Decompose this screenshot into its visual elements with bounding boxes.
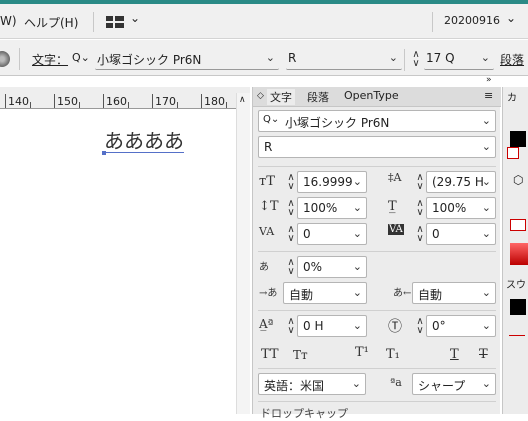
paragraph-label[interactable]: 段落 (500, 51, 524, 68)
swatch-black[interactable] (510, 299, 526, 315)
horizontal-scale-icon: T̲ (388, 199, 397, 214)
stroke-swatch[interactable] (507, 147, 519, 159)
right-swatch-panel: カ ⬡ スウ (502, 87, 528, 414)
font-size-icon: тT (259, 174, 275, 189)
ruler-label: 140 (8, 95, 29, 108)
anti-aliasing-field[interactable]: シャープ ⌄ (412, 373, 496, 395)
menu-divider (93, 12, 94, 32)
cube-icon[interactable]: ⬡ (513, 173, 523, 187)
tab-character[interactable]: 文字 (267, 89, 295, 105)
aki-left-icon: →あ (259, 288, 278, 299)
kerning-stepper[interactable]: ∧ ∨ (286, 225, 296, 244)
subscript-icon[interactable]: T₁ (386, 347, 400, 362)
gradient-swatch[interactable] (510, 243, 528, 265)
language-field[interactable]: 英語：米国 ⌄ (258, 373, 366, 395)
tracking-stepper[interactable]: ∧ ∨ (415, 225, 425, 244)
ruler-label: 180 (204, 95, 225, 108)
baseline-shift-field[interactable]: 0 H ⌄ (297, 315, 367, 337)
aki-left-field[interactable]: 自動 ⌄ (283, 282, 367, 304)
kerning-field[interactable]: 0 ⌄ (297, 223, 367, 245)
color-panel-tab[interactable]: カ (507, 89, 517, 104)
leading-icon: ‡A (388, 171, 402, 184)
swatch-none[interactable] (509, 335, 525, 345)
aki-right-field[interactable]: 自動 ⌄ (412, 282, 496, 304)
swatches-panel-tab[interactable]: スウ (506, 276, 526, 291)
panel-font-family-field[interactable]: Q⌄ 小塚ゴシック Pr6N ⌄ (258, 110, 496, 132)
menu-divider (432, 12, 433, 32)
document-canvas[interactable]: ああああ (0, 110, 250, 414)
superscript-icon[interactable]: T¹ (355, 345, 369, 360)
font-family-field[interactable]: 小塚ゴシック Pr6N ⌄ (95, 48, 279, 70)
anti-aliasing-icon: ªa (390, 376, 402, 389)
underline-icon[interactable]: T (450, 347, 459, 362)
vertical-scale-field[interactable]: 100% ⌄ (297, 197, 367, 219)
workspace-date[interactable]: 20200916 (444, 14, 500, 27)
small-caps-icon[interactable]: Tт (293, 348, 308, 362)
text-frame-content[interactable]: ああああ (104, 130, 184, 153)
tab-opentype[interactable]: OpenType (344, 89, 399, 102)
character-label: 文字： (32, 53, 69, 67)
font-style-field[interactable]: R ⌄ (286, 48, 402, 70)
font-search-icon[interactable]: Q⌄ (72, 51, 90, 64)
horizontal-ruler: 140 150 160 170 180 (0, 87, 250, 109)
ruler-label: 160 (106, 95, 127, 108)
color-wheel-icon[interactable] (0, 51, 10, 67)
panel-collapse-icon[interactable]: » (486, 75, 492, 85)
chevron-down-icon[interactable]: ⌄ (506, 11, 516, 25)
leading-stepper[interactable]: ∧ ∨ (415, 173, 425, 192)
strikethrough-icon[interactable]: T (479, 347, 488, 362)
size-stepper[interactable]: ∧ ∨ (411, 50, 421, 69)
baseline-shift-icon: A̲ª (259, 317, 274, 331)
all-caps-icon[interactable]: TT (261, 347, 279, 362)
vertical-scale-icon: ↕T (259, 199, 279, 214)
tsume-icon: あ (259, 262, 269, 273)
vertical-scrollbar[interactable]: ∧ (236, 93, 250, 414)
menu-bar: W) ヘルプ(H) ⌄ 20200916 ⌄ (0, 4, 528, 39)
rotation-stepper[interactable]: ∧ ∨ (415, 317, 425, 336)
tsume-field[interactable]: 0% ⌄ (297, 256, 367, 278)
tab-paragraph[interactable]: 段落 (307, 89, 329, 105)
chevron-down-icon[interactable]: ⌄ (130, 11, 140, 25)
font-size-field[interactable]: 16.9999 ⌄ (297, 171, 367, 193)
size-stepper[interactable]: ∧ ∨ (286, 173, 296, 192)
panel-tabs: ◇ 文字 段落 OpenType ≡ (253, 87, 501, 107)
aki-right-icon: あ← (393, 288, 412, 299)
horizontal-scale-field[interactable]: 100% ⌄ (426, 197, 496, 219)
leading-field[interactable]: (29.75 H ⌄ (426, 171, 496, 193)
fill-swatch[interactable] (510, 131, 526, 147)
control-bar: 文字： Q⌄ 小塚ゴシック Pr6N ⌄ R ⌄ ∧ ∨ 17 Q ⌄ 段落 (0, 40, 528, 76)
character-panel: » ◇ 文字 段落 OpenType ≡ Q⌄ 小塚ゴシック Pr6N ⌄ R ⌄ т… (252, 75, 501, 420)
menu-item-help[interactable]: ヘルプ(H) (24, 14, 78, 31)
none-swatch[interactable] (510, 219, 526, 231)
rotation-field[interactable]: 0° ⌄ (426, 315, 496, 337)
menu-item-partial[interactable]: W) (0, 14, 17, 28)
character-rotation-icon: Ⓣ (388, 319, 402, 335)
layout-grid-icon[interactable] (106, 16, 124, 28)
dropcap-section-label: ドロップキャップ (260, 407, 348, 420)
tracking-field[interactable]: 0 ⌄ (426, 223, 496, 245)
panel-font-style-field[interactable]: R ⌄ (258, 136, 496, 158)
baseline-stepper[interactable]: ∧ ∨ (286, 317, 296, 336)
vscale-stepper[interactable]: ∧ ∨ (286, 199, 296, 218)
tracking-icon: VA (388, 224, 404, 235)
kerning-icon: VA (259, 225, 275, 238)
ruler-label: 150 (57, 95, 78, 108)
tsume-stepper[interactable]: ∧ ∨ (286, 258, 296, 277)
ruler-label: 170 (155, 95, 176, 108)
font-size-field[interactable]: 17 Q ⌄ (424, 48, 494, 70)
panel-menu-icon[interactable]: ≡ (484, 89, 493, 102)
text-frame-handle[interactable] (102, 151, 106, 155)
hscale-stepper[interactable]: ∧ ∨ (415, 199, 425, 218)
